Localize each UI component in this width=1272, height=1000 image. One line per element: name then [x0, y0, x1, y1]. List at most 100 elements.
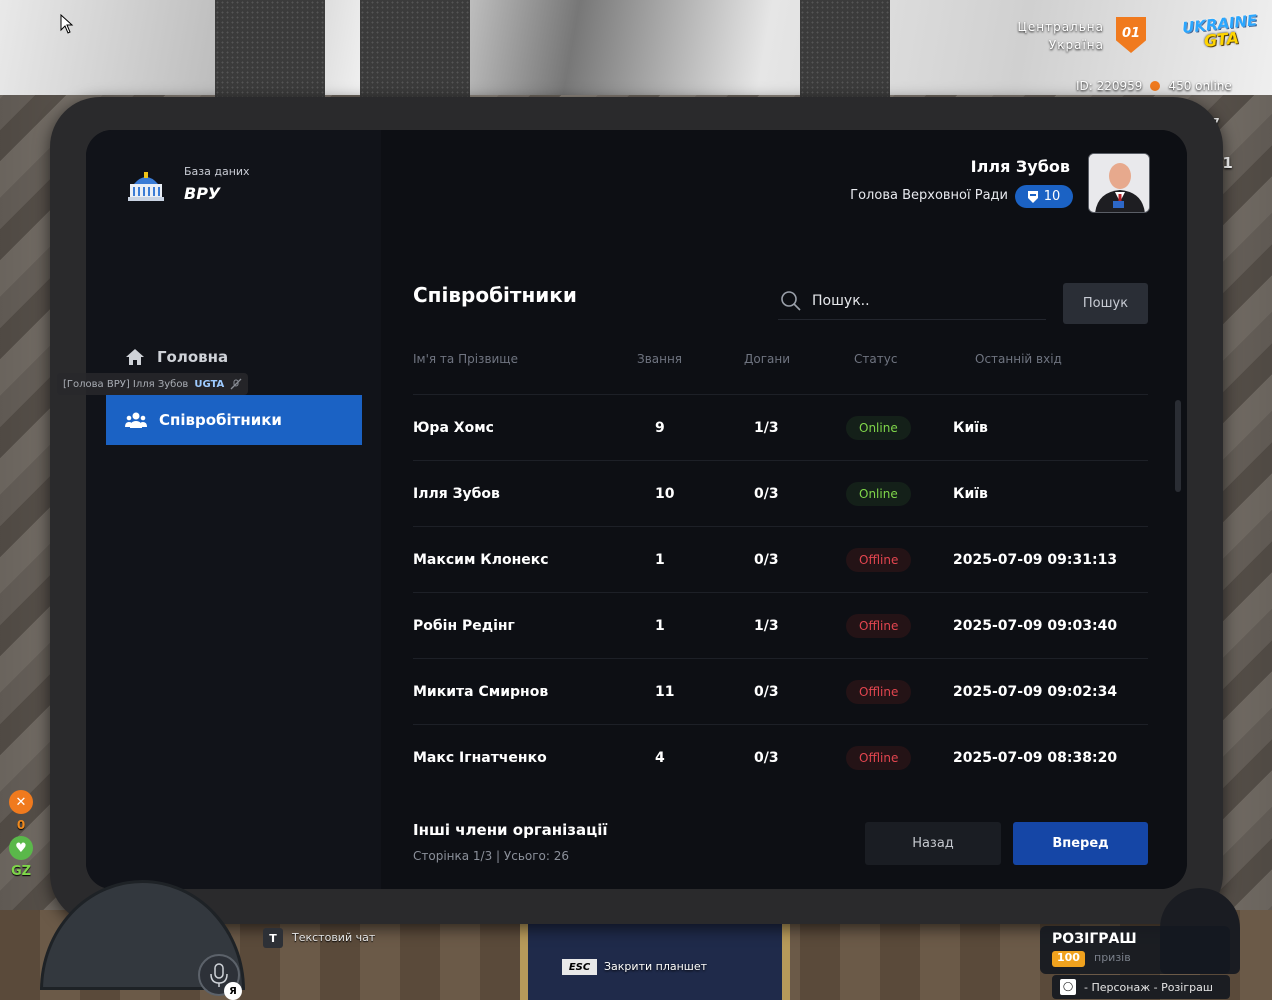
db-label: База даних [184, 165, 250, 178]
employee-warnings: 0/3 [754, 750, 779, 766]
player-id: ID: 220959 [1076, 79, 1143, 93]
status-badge: Offline [846, 680, 912, 704]
giveaway-footer: ◯ - Персонаж - Розіграш [1052, 975, 1230, 999]
giveaway-title: РОЗІГРАШ [1052, 931, 1137, 947]
footer-title: Інші члени організації [413, 821, 608, 839]
muted-mic-icon [230, 378, 242, 390]
status-badge: Offline [846, 746, 912, 770]
server-logo: UKRAINE GTA [1180, 11, 1262, 60]
giveaway-sub: призів [1094, 951, 1131, 964]
close-tablet-label: Закрити планшет [604, 960, 708, 973]
employee-name: Робін Редінг [413, 618, 515, 634]
hud-region: Центральна Україна [1018, 18, 1104, 54]
table-row[interactable]: Максим Клонекс 1 0/3 Offline 2025-07-09 … [413, 526, 1148, 592]
cursor-icon [60, 14, 74, 34]
employee-rank: 10 [655, 486, 675, 502]
chat-label: Текстовий чат [292, 931, 376, 944]
rank-value: 10 [1043, 189, 1061, 204]
game-pillar [215, 0, 325, 100]
employee-warnings: 0/3 [754, 684, 779, 700]
avatar [1088, 153, 1150, 213]
online-count: 450 online [1168, 79, 1232, 93]
employee-last-login: Київ [953, 486, 988, 502]
game-pillar [800, 0, 890, 100]
home-icon [126, 349, 144, 365]
table-row[interactable]: Ілля Зубов 10 0/3 Online Київ [413, 460, 1148, 526]
employee-last-login: Київ [953, 420, 988, 436]
status-badge: Online [846, 416, 911, 440]
users-icon [125, 412, 147, 428]
search-button[interactable]: Пошук [1063, 283, 1148, 324]
employee-name: Максим Клонекс [413, 552, 549, 568]
table-row[interactable]: Макс Ігнатченко 4 0/3 Offline 2025-07-09… [413, 724, 1148, 790]
tablet-screen: База даних ВРУ Головна Співробітники Ілл… [86, 130, 1187, 889]
employee-name: Ілля Зубов [413, 486, 500, 502]
employee-last-login: 2025-07-09 09:31:13 [953, 552, 1118, 568]
sidebar-item-employees[interactable]: Співробітники [106, 395, 362, 445]
table-row[interactable]: Робін Редінг 1 1/3 Offline 2025-07-09 09… [413, 592, 1148, 658]
employee-name: Макс Ігнатченко [413, 750, 547, 766]
hud-needs: ✕ 0 ♥ GZ [8, 790, 34, 879]
esc-hotkey: ESC [562, 959, 597, 975]
giveaway-footer-text: - Персонаж - Розіграш [1084, 980, 1213, 994]
table-row[interactable]: Микита Смирнов 11 0/3 Offline 2025-07-09… [413, 658, 1148, 724]
hud-stat: 0 [16, 818, 26, 832]
employee-warnings: 0/3 [754, 486, 779, 502]
shield-status-icon: ♥ [9, 836, 33, 860]
column-header-rank: Звання [637, 352, 683, 366]
user-name: Ілля Зубов [970, 157, 1070, 176]
db-title: ВРУ [184, 184, 221, 203]
column-header-last-login: Останній вхід [975, 352, 1062, 366]
search-input[interactable] [812, 292, 1032, 309]
hud-status: ID: 220959 450 online [1076, 79, 1232, 93]
column-header-warnings: Догани [744, 352, 791, 366]
food-icon: ✕ [9, 790, 33, 814]
sidebar-item-label: Співробітники [159, 411, 282, 429]
employee-last-login: 2025-07-09 09:03:40 [953, 618, 1118, 634]
voice-badge: Я [224, 982, 242, 1000]
table-row[interactable]: Юра Хомс 9 1/3 Online Київ [413, 394, 1148, 460]
employee-rank: 4 [655, 750, 665, 766]
employee-name: Юра Хомс [413, 420, 494, 436]
pagination-info: Сторінка 1/3 | Усього: 26 [413, 849, 570, 863]
table-scrollbar[interactable] [1175, 400, 1181, 492]
search-icon [781, 290, 801, 311]
rank-badge: 10 [1015, 185, 1073, 208]
user-role: Голова Верховної Ради [850, 188, 1008, 203]
shield-icon [1027, 190, 1038, 203]
employee-warnings: 0/3 [754, 552, 779, 568]
next-button[interactable]: Вперед [1013, 822, 1148, 865]
giveaway-count: 100 [1052, 951, 1085, 967]
avatar-image [1089, 154, 1149, 212]
employee-last-login: 2025-07-09 09:02:34 [953, 684, 1118, 700]
employee-rank: 9 [655, 420, 665, 436]
status-badge: Online [846, 482, 911, 506]
player-nametag: [Голова ВРУ] Ілля Зубов UGTA [57, 373, 249, 395]
nametag-text: [Голова ВРУ] Ілля Зубов [63, 378, 189, 390]
hud-region-line1: Центральна [1017, 20, 1104, 34]
greenzone-label: GZ [10, 864, 32, 879]
employee-rank: 11 [655, 684, 675, 700]
column-header-name: Ім'я та Прізвище [413, 352, 518, 366]
employee-name: Микита Смирнов [413, 684, 549, 700]
circle-key-icon: ◯ [1060, 979, 1076, 995]
nametag-org: UGTA [194, 378, 225, 390]
status-badge: Offline [846, 614, 912, 638]
chat-hotkey: T [263, 928, 283, 948]
parliament-icon [128, 172, 164, 201]
game-pillar [360, 0, 470, 100]
page-title: Співробітники [413, 283, 577, 307]
main-content: Ілля Зубов Голова Верховної Ради 10 Спів… [381, 130, 1187, 889]
status-badge: Offline [846, 548, 912, 572]
search-bar [778, 282, 1046, 320]
employee-warnings: 1/3 [754, 420, 779, 436]
employee-rank: 1 [655, 552, 665, 568]
employee-last-login: 2025-07-09 08:38:20 [953, 750, 1118, 766]
employee-rank: 1 [655, 618, 665, 634]
sidebar-item-label: Головна [157, 348, 229, 366]
column-header-status: Статус [854, 352, 898, 366]
sidebar: База даних ВРУ Головна Співробітники [86, 130, 381, 889]
employee-warnings: 1/3 [754, 618, 779, 634]
back-button[interactable]: Назад [865, 822, 1001, 865]
hud-region-line2: Україна [1048, 38, 1104, 52]
